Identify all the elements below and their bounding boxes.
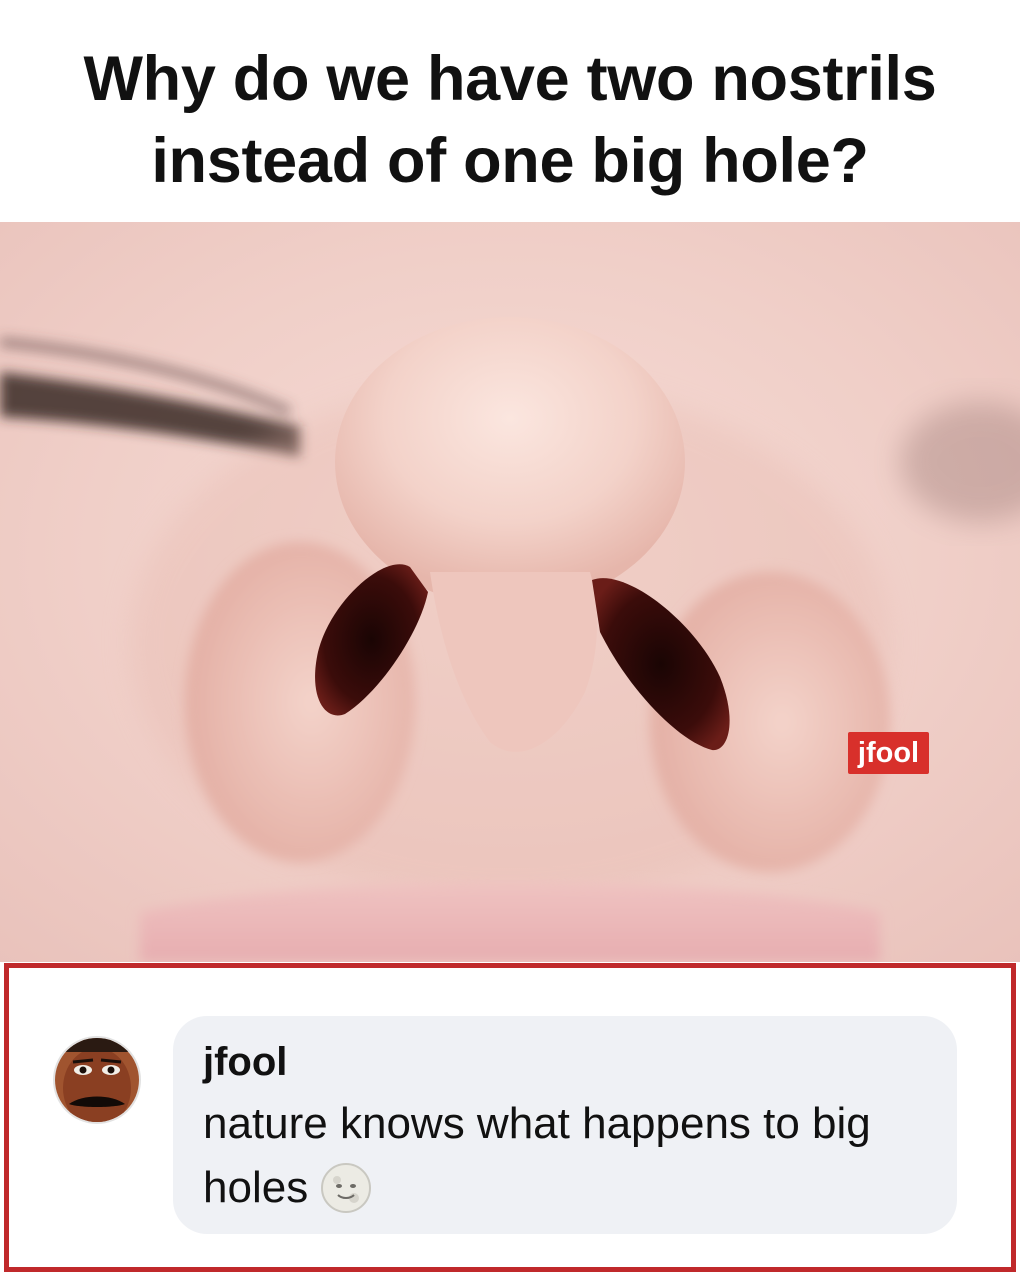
comment-bubble: jfool nature knows what happens to big h… [173,1016,957,1234]
full-moon-face-icon [321,1163,372,1213]
comment-text: nature knows what happens to big holes [203,1099,871,1212]
nose-tip [335,317,685,607]
comment-author[interactable]: jfool [203,1038,927,1086]
nose-illustration [0,222,1020,962]
watermark-badge: jfool [848,732,929,774]
comment-body: nature knows what happens to big holes [203,1092,927,1220]
avatar-face-icon [55,1038,139,1122]
comment-highlight-frame: jfool nature knows what happens to big h… [4,963,1016,1272]
nose-photo: jfool [0,222,1020,962]
headline-text: Why do we have two nostrils instead of o… [83,44,937,196]
avatar[interactable] [53,1036,141,1124]
meme-headline: Why do we have two nostrils instead of o… [0,0,1020,222]
